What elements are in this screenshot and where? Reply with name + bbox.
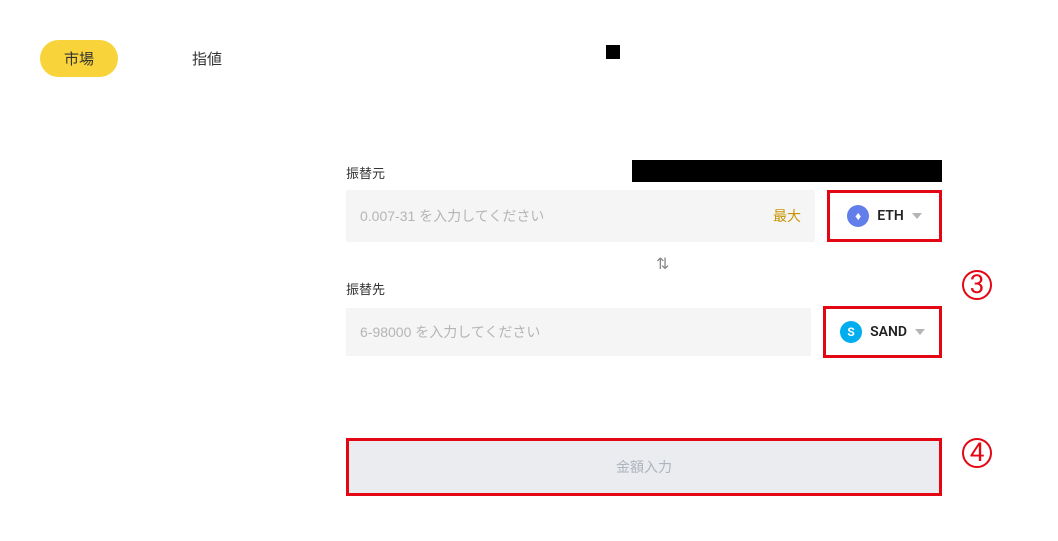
eth-icon: ♦	[847, 205, 869, 227]
tab-limit[interactable]: 指値	[168, 40, 246, 77]
swap-arrows-icon: ⇅	[656, 254, 669, 273]
from-amount-wrapper: 最大	[346, 190, 815, 242]
from-amount-input[interactable]	[360, 208, 765, 224]
swap-form: 振替元 最大 ♦ ETH ⇅ 振替先 S SAND 金額入力	[346, 160, 942, 496]
to-label: 振替先	[346, 279, 942, 298]
to-amount-wrapper	[346, 308, 811, 356]
tab-market[interactable]: 市場	[40, 40, 118, 77]
to-currency-name: SAND	[870, 324, 907, 340]
from-label: 振替元	[346, 163, 385, 182]
annotation-4: 4	[962, 438, 992, 468]
sand-icon: S	[840, 321, 862, 343]
chevron-down-icon	[912, 213, 922, 219]
swap-direction-button[interactable]: ⇅	[346, 254, 942, 273]
from-currency-name: ETH	[877, 208, 904, 224]
max-button[interactable]: 最大	[773, 206, 801, 226]
redacted-balance	[632, 160, 942, 182]
from-label-row: 振替元	[346, 160, 942, 182]
enter-amount-button[interactable]: 金額入力	[346, 438, 942, 496]
decorative-square	[606, 45, 620, 59]
chevron-down-icon	[915, 329, 925, 335]
to-row: S SAND	[346, 306, 942, 358]
to-group: 振替先 S SAND	[346, 279, 942, 358]
to-amount-input[interactable]	[360, 324, 797, 340]
annotation-3: 3	[962, 270, 992, 300]
order-type-tabs: 市場 指値	[0, 0, 1058, 77]
from-currency-select[interactable]: ♦ ETH	[827, 190, 942, 242]
to-currency-select[interactable]: S SAND	[823, 306, 942, 358]
from-row: 最大 ♦ ETH	[346, 190, 942, 242]
